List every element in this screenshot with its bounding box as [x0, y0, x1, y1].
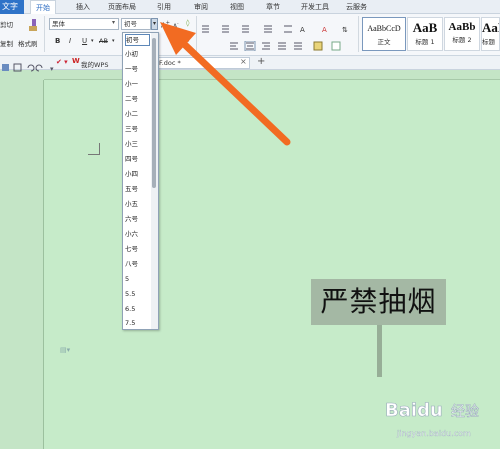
tab-cloud[interactable]: 云服务	[346, 0, 367, 14]
font-name-value: 黑体	[52, 20, 65, 28]
shrink-font-button[interactable]: A-	[173, 19, 179, 32]
style-label: 标题 1	[415, 38, 435, 46]
document-tab[interactable]: F.doc *	[150, 57, 250, 69]
font-color-button[interactable]: A	[178, 36, 183, 46]
underline-button[interactable]: U	[82, 36, 87, 46]
clear-format-icon[interactable]: ◊	[186, 18, 189, 28]
font-size-dropdown-toggle[interactable]: ▾	[151, 18, 158, 30]
chevron-down-icon[interactable]: ▾	[112, 36, 115, 46]
tab-chapter[interactable]: 章节	[266, 0, 280, 14]
tab-review[interactable]: 审阅	[194, 0, 208, 14]
document-tab-label: F.doc *	[159, 59, 181, 67]
alignment-buttons[interactable]	[228, 36, 358, 52]
app-menu-button[interactable]: 文字 ▾	[0, 0, 24, 25]
dropdown-item[interactable]: 小初	[125, 49, 150, 59]
style-preview: AaBbCcD	[367, 24, 401, 33]
dropdown-item[interactable]: 八号	[125, 259, 150, 269]
style-title[interactable]: AaB 标题	[481, 17, 500, 51]
quick-icons[interactable]: ▾	[2, 58, 62, 73]
paste-options-icon[interactable]: ▤▾	[60, 346, 70, 354]
dropdown-item[interactable]: 6.5	[125, 304, 150, 314]
dropdown-scroll-thumb[interactable]	[152, 38, 156, 188]
tab-references[interactable]: 引用	[157, 0, 171, 14]
sign-post	[377, 325, 382, 377]
menu-bar	[0, 0, 500, 14]
style-heading-2[interactable]: AaBb 标题 2	[444, 17, 480, 51]
strikethrough-button[interactable]: AB	[99, 36, 108, 46]
divider	[358, 16, 359, 52]
copy-button[interactable]: 复制	[0, 38, 13, 48]
svg-text:jingyan.baidu.com: jingyan.baidu.com	[396, 429, 471, 438]
wps-logo-icon: ✔ ▾	[56, 58, 68, 66]
dropdown-item[interactable]: 初号	[125, 34, 150, 46]
tab-page-layout[interactable]: 页面布局	[108, 0, 136, 14]
grow-font-button[interactable]: A+	[161, 18, 170, 30]
chevron-down-icon[interactable]: ▾	[112, 19, 115, 26]
style-preview: AaB	[412, 20, 438, 35]
style-label: 标题 2	[452, 36, 472, 44]
close-icon[interactable]: ×	[240, 57, 247, 66]
dropdown-item[interactable]: 小三	[125, 139, 150, 149]
style-normal[interactable]: AaBbCcD 正文	[362, 17, 406, 51]
list-buttons[interactable]	[200, 19, 260, 33]
style-label: 标题	[482, 38, 495, 46]
svg-text:A: A	[322, 26, 327, 34]
dropdown-item[interactable]: 5	[125, 274, 150, 284]
app-menu-label: 文字	[2, 2, 18, 11]
paragraph-tools[interactable]: A A ⇅	[262, 19, 372, 34]
dropdown-item[interactable]: 7.5	[125, 318, 150, 328]
svg-text:经验: 经验	[451, 404, 479, 420]
dropdown-item[interactable]: 小二	[125, 109, 150, 119]
svg-text:⇅: ⇅	[342, 26, 348, 34]
dropdown-item[interactable]: 小一	[125, 79, 150, 89]
brush-icon[interactable]	[26, 17, 40, 31]
dropdown-item[interactable]: 四号	[125, 154, 150, 164]
dropdown-item[interactable]: 一号	[125, 64, 150, 74]
style-label: 正文	[377, 38, 391, 46]
chevron-down-icon[interactable]: ▾	[91, 36, 94, 46]
my-wps-tab[interactable]: 我的WPS	[81, 59, 108, 69]
font-name-select[interactable]: 黑体	[49, 18, 119, 30]
dropdown-item[interactable]: 六号	[125, 214, 150, 224]
chevron-down-icon[interactable]: ▾	[187, 36, 190, 46]
font-size-value: 初号	[124, 20, 137, 28]
tab-start[interactable]: 开始	[30, 0, 56, 14]
sign-text[interactable]: 严禁抽烟	[311, 279, 446, 325]
dropdown-item[interactable]: 小六	[125, 229, 150, 239]
dropdown-item[interactable]: 五号	[125, 184, 150, 194]
font-size-select[interactable]: 初号	[121, 18, 151, 30]
svg-text:▾: ▾	[50, 65, 54, 73]
dropdown-item[interactable]: 小四	[125, 169, 150, 179]
style-heading-1[interactable]: AaB 标题 1	[407, 17, 443, 51]
dropdown-item[interactable]: 七号	[125, 244, 150, 254]
style-preview: AaB	[482, 20, 499, 35]
divider	[44, 16, 45, 52]
italic-button[interactable]: I	[69, 36, 71, 46]
new-tab-button[interactable]: +	[257, 56, 265, 67]
format-painter-button[interactable]: 格式刷	[18, 38, 38, 48]
dropdown-item[interactable]: 三号	[125, 124, 150, 134]
cut-button[interactable]: 剪切	[0, 19, 13, 29]
bold-button[interactable]: B	[55, 36, 60, 46]
my-wps-logo-icon: W	[72, 57, 80, 65]
divider	[196, 16, 197, 52]
margin-corner-marker	[88, 143, 100, 155]
dropdown-item[interactable]: 5.5	[125, 289, 150, 299]
svg-text:A: A	[300, 26, 305, 34]
dropdown-item[interactable]: 小五	[125, 199, 150, 209]
tab-insert[interactable]: 插入	[76, 0, 90, 14]
tab-view[interactable]: 视图	[230, 0, 244, 14]
style-preview: AaBb	[448, 21, 476, 33]
svg-text:Baidu: Baidu	[385, 400, 443, 421]
dropdown-item[interactable]: 二号	[125, 94, 150, 104]
baidu-watermark-logo-icon: Baidu 经验 jingyan.baidu.com	[385, 400, 479, 438]
tab-developer[interactable]: 开发工具	[301, 0, 329, 14]
